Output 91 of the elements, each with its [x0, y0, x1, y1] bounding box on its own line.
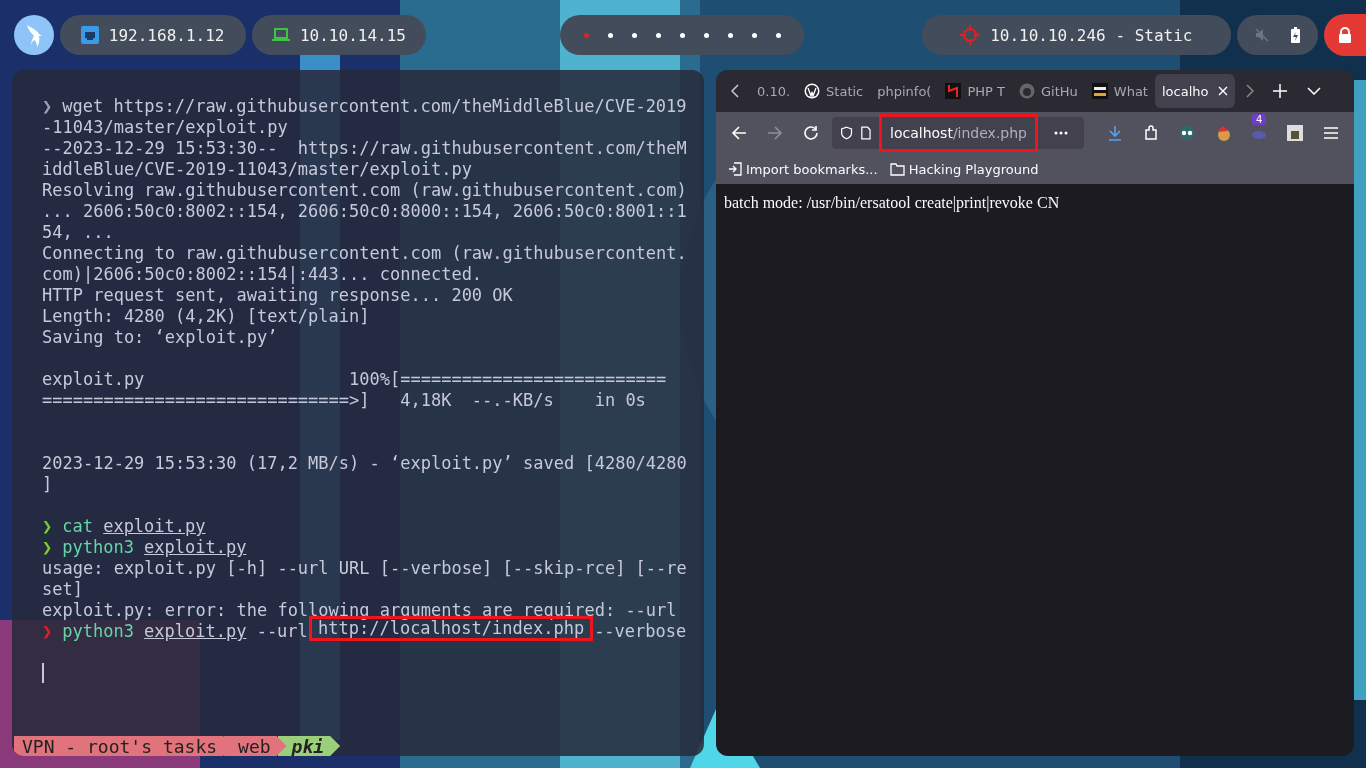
page-text: batch mode: /usr/bin/ersatool create|print|revoke CN [724, 194, 1061, 212]
workspace-dot[interactable] [607, 32, 613, 38]
address-bar[interactable]: localhost/index.php [832, 117, 1084, 149]
browser-tab[interactable]: 0.10. [750, 74, 798, 108]
terminal-output: 2023-12-29 15:53:30 (17,2 MB/s) - ‘exploit.py’ saved [4280/4280 [42, 453, 687, 474]
forward-arrow-icon [767, 125, 783, 141]
browser-tab[interactable]: PHP T [938, 74, 1012, 108]
workspace-dot[interactable] [631, 32, 637, 38]
workspace-dot[interactable] [703, 32, 709, 38]
battery-icon [1291, 27, 1301, 43]
terminal-output: HTTP request sent, awaiting response... 200 OK [42, 285, 513, 306]
lock-button[interactable] [1324, 14, 1366, 56]
ip-address: 10.10.14.15 [299, 25, 406, 45]
terminal-output: 54, ... [42, 222, 114, 243]
chevron-down-icon [1307, 87, 1322, 95]
workspace-dot[interactable] [727, 32, 733, 38]
command-argument: http://localhost/index.php [309, 616, 594, 641]
prompt-segment: pki [277, 736, 341, 756]
bookmark-item[interactable]: Import bookmarks... [728, 161, 878, 177]
back-arrow-icon [731, 125, 747, 141]
menu-icon [1323, 125, 1339, 141]
terminal-output: -11043/master/exploit.py [42, 117, 288, 138]
prompt-symbol: ❯ [42, 621, 53, 642]
terminal-output: Length: 4280 (4,2K) [text/plain] [42, 306, 370, 327]
tab-title: localho [1161, 83, 1209, 99]
cookie-hat-icon [1215, 125, 1231, 141]
file-path: exploit.py [144, 621, 247, 642]
browser-tab[interactable]: localho [1154, 74, 1236, 108]
terminal-output: ==============================>] 4,18K --.-KB/s in 0s [42, 390, 646, 411]
reload-icon [803, 125, 819, 141]
terminal-output: exploit.py 100%[========================== [42, 369, 667, 390]
shield-icon [840, 125, 854, 141]
text-cursor [42, 663, 44, 683]
bookmark-item[interactable]: Hacking Playground [889, 161, 1039, 177]
terminal-output: com)|2606:50c0:8002::154|:443... connected. [42, 264, 483, 285]
laptop-icon [271, 28, 290, 42]
browser-tab[interactable]: phpinfo( [870, 74, 939, 108]
crosshair-icon [960, 25, 981, 45]
workspace-dot[interactable] [583, 32, 589, 38]
terminal-output: ] [42, 474, 53, 495]
ethernet-icon [80, 26, 99, 44]
ip-address: 192.168.1.12 [108, 25, 225, 45]
chevron-left-icon [731, 84, 739, 98]
terminal-output: ... 2606:50c0:8002::154, 2606:50c0:8000::154, 2606:50c0:8001::1 [42, 201, 687, 222]
command-argument: --url [256, 621, 308, 642]
terminal-output: Resolving raw.githubusercontent.com (raw.githubusercontent.com) [42, 180, 687, 201]
browser-tab[interactable]: GitHu [1012, 74, 1085, 108]
prompt-symbol: ❯ [42, 96, 53, 117]
folder-icon [889, 162, 905, 176]
tab-title: phpinfo( [877, 83, 932, 99]
command-text: python3 [62, 621, 134, 642]
command-text: cat [62, 516, 93, 537]
workspace-dot[interactable] [775, 32, 781, 38]
terminal-output: Saving to: ‘exploit.py’ [42, 327, 278, 348]
tab-title: 0.10. [757, 83, 791, 99]
prompt-symbol: ❯ [42, 516, 53, 537]
chevron-right-icon [1246, 84, 1255, 98]
tab-title: GitHu [1041, 83, 1078, 99]
wordpress-icon [804, 83, 821, 99]
close-icon [1218, 86, 1229, 96]
terminal-output: set] [42, 579, 83, 600]
square-logo-icon [1091, 83, 1108, 99]
terminal-output: Connecting to raw.githubusercontent.com (raw.githubusercontent. [42, 243, 687, 264]
import-icon [728, 162, 742, 176]
target-address: 10.10.10.246 - Static [990, 25, 1193, 45]
tab-title: PHP T [967, 83, 1005, 99]
workspace-dot[interactable] [751, 32, 757, 38]
url-text: localhost/index.php [879, 114, 1038, 152]
browser-tab[interactable]: Static [797, 74, 871, 108]
command-text: python3 [62, 537, 134, 558]
file-path: exploit.py [144, 537, 247, 558]
tab-title: Static [826, 83, 864, 99]
terminal-output: --2023-12-29 15:53:30-- https://raw.githubusercontent.com/theM [42, 138, 687, 159]
terminal-output: iddleBlue/CVE-2019-11043/master/exploit.py [42, 159, 472, 180]
plus-icon [1273, 84, 1288, 98]
tab-title: What [1113, 83, 1148, 99]
more-dots-icon [1054, 131, 1068, 135]
h-mark-icon [945, 83, 962, 99]
command-argument: --verbose [594, 621, 687, 642]
page-icon [861, 125, 872, 141]
lock-icon [1338, 27, 1353, 43]
download-icon [1107, 125, 1123, 141]
prompt-symbol: ❯ [42, 537, 53, 558]
browser-tab[interactable]: What [1084, 74, 1155, 108]
workspace-dot[interactable] [655, 32, 661, 38]
file-path: exploit.py [103, 516, 206, 537]
workspace-dot[interactable] [679, 32, 685, 38]
command-argument: wget https://raw.githubusercontent.com/theMiddleBlue/CVE-2019 [62, 96, 687, 117]
terminal-output: usage: exploit.py [-h] --url URL [--verbose] [--skip-rce] [--re [42, 558, 687, 579]
count-badge: 4 [1252, 114, 1267, 125]
puzzle-icon [1143, 125, 1159, 141]
